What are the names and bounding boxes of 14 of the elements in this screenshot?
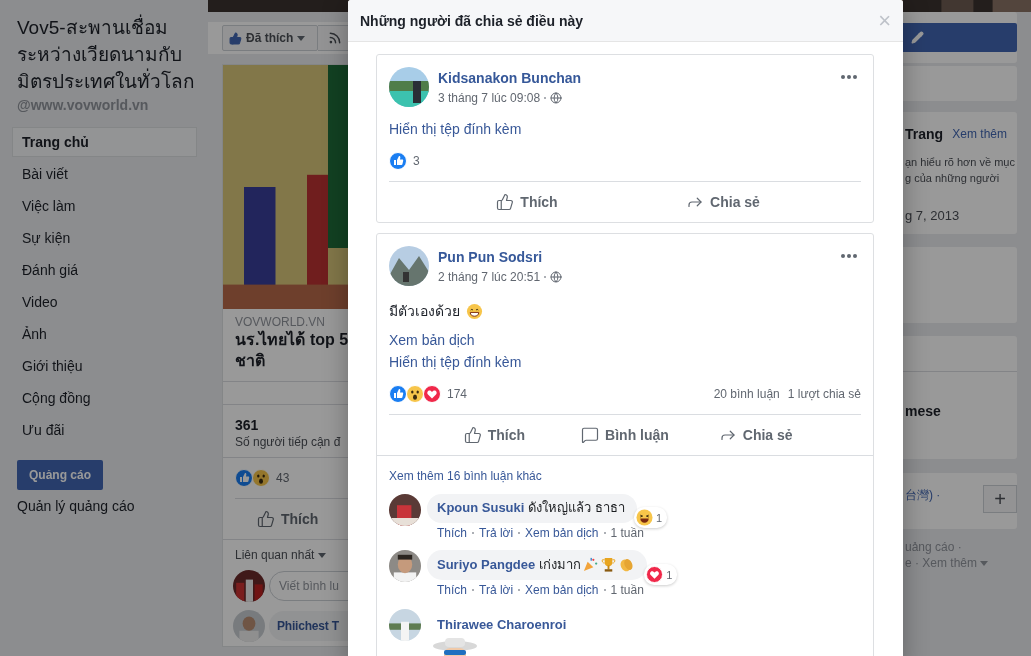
- section-title: Trang: [905, 126, 944, 142]
- dialog-title: Những người đã chia sẻ điều này: [360, 12, 584, 29]
- page-title: Vov5-สะพานเชื่อมระหว่างเวียดนามกับมิตรประเทศในทั่วโลก: [17, 14, 209, 95]
- comment-text: ดังใหญ่แล้ว ธาธา: [528, 500, 625, 516]
- reach-label: Số người tiếp cận đ: [235, 435, 341, 449]
- comment-text: เก่งมาก: [539, 556, 582, 573]
- about-text: g của những người: [904, 171, 1001, 186]
- reach-count: 361: [235, 417, 259, 433]
- reaction-count: 1: [666, 567, 673, 583]
- section-title: mese: [905, 403, 941, 419]
- created-date: g 7, 2013: [904, 207, 961, 223]
- link-source: VOVWORLD.VN: [235, 315, 325, 329]
- reaction-count: 1: [655, 510, 662, 526]
- about-text: ạn hiểu rõ hơn về mục: [904, 155, 1016, 170]
